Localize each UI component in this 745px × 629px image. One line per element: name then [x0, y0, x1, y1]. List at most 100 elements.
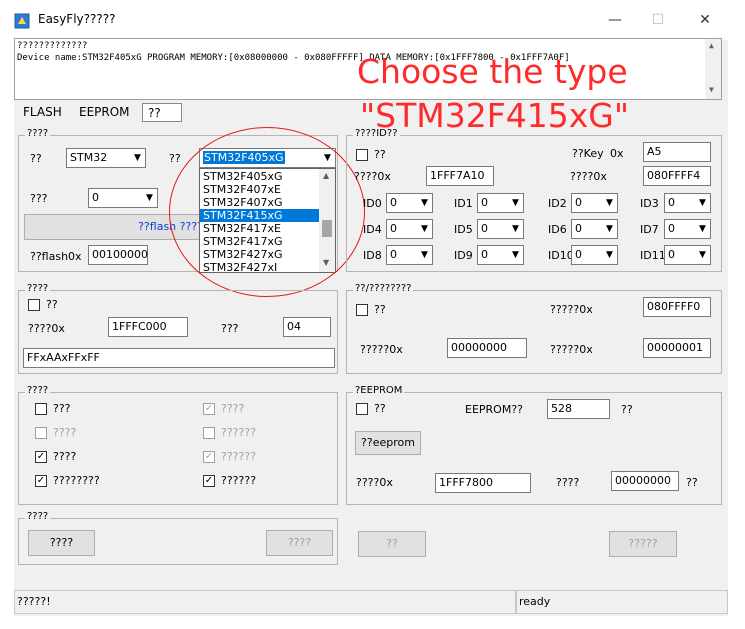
id-value: 0	[668, 196, 675, 209]
id-select[interactable]: 0 ▼	[571, 245, 618, 265]
chevron-down-icon[interactable]: ▼	[508, 194, 523, 212]
op-checkbox[interactable]	[35, 427, 47, 439]
id-select[interactable]: 0 ▼	[386, 245, 433, 265]
family-select[interactable]: STM32 ▼	[66, 148, 146, 168]
serial-addr-input[interactable]: 080FFFF0	[643, 297, 711, 317]
id-value: 0	[668, 222, 675, 235]
chevron-down-icon[interactable]: ▼	[417, 246, 432, 264]
eeprom-data-unit: ??	[686, 476, 698, 489]
eeprom-size-input[interactable]: 528	[547, 399, 610, 419]
key-input[interactable]: A5	[643, 142, 711, 162]
id-check-label: ??	[374, 148, 386, 161]
chevron-down-icon[interactable]: ▼	[602, 220, 617, 238]
eeprom-group-label: ?EEPROM	[353, 385, 405, 396]
serial-addr-label: ?????0x	[550, 303, 593, 316]
eeprom-addr-label: ????0x	[356, 476, 393, 489]
id-value: 0	[481, 222, 488, 235]
chevron-down-icon[interactable]: ▼	[508, 220, 523, 238]
title-bar: EasyFly????? — ☐ ✕	[0, 0, 745, 40]
row2-label: ???	[30, 192, 48, 205]
id-select[interactable]: 0 ▼	[664, 245, 711, 265]
op-checkbox[interactable]: ✓	[203, 403, 215, 415]
action-button-2[interactable]: ????	[266, 530, 333, 556]
op-checkbox[interactable]	[35, 403, 47, 415]
id-select[interactable]: 0 ▼	[664, 219, 711, 239]
chevron-down-icon[interactable]: ▼	[602, 194, 617, 212]
op-label: ???	[53, 402, 71, 415]
tab-other[interactable]: ??	[142, 103, 182, 122]
serial-step-label: ?????0x	[550, 343, 593, 356]
op-checkbox[interactable]: ✓	[35, 451, 47, 463]
action-group-label: ????	[25, 511, 51, 522]
serial-checkbox[interactable]	[356, 304, 368, 316]
bottom-button-4[interactable]: ?????	[609, 531, 677, 557]
bottom-button-3[interactable]: ??	[358, 531, 426, 557]
option-bytes-input[interactable]: FFxAAxFFxFF	[23, 348, 335, 368]
annotation-line2: "STM32F415xG"	[360, 96, 629, 135]
annotation-circle	[169, 127, 365, 297]
chevron-down-icon[interactable]: ▼	[142, 189, 157, 207]
id-value: 0	[390, 248, 397, 261]
maximize-button[interactable]: ☐	[643, 8, 673, 32]
scroll-down-icon[interactable]: ▼	[709, 85, 714, 94]
annotation-line1: Choose the type	[357, 52, 628, 91]
model-label: ??	[169, 152, 181, 165]
window-title: EasyFly?????	[38, 12, 116, 26]
id-select[interactable]: 0 ▼	[477, 219, 524, 239]
op-label: ??????	[221, 426, 257, 439]
id-label: ID6	[548, 223, 567, 236]
serial-start-input[interactable]: 00000000	[447, 338, 527, 358]
id-addr2-input[interactable]: 080FFFF4	[643, 166, 711, 186]
op-checkbox[interactable]: ✓	[35, 475, 47, 487]
chevron-down-icon[interactable]: ▼	[695, 220, 710, 238]
op-checkbox[interactable]: ✓	[203, 475, 215, 487]
chevron-down-icon[interactable]: ▼	[695, 246, 710, 264]
action-button-1[interactable]: ????	[28, 530, 95, 556]
chevron-down-icon[interactable]: ▼	[417, 194, 432, 212]
id-label: ID11	[640, 249, 666, 262]
id-select[interactable]: 0 ▼	[571, 193, 618, 213]
main-window: EasyFly????? — ☐ ✕ ????????????? Device …	[0, 0, 745, 629]
chevron-down-icon[interactable]: ▼	[602, 246, 617, 264]
option-addr-input[interactable]: 1FFFC000	[108, 317, 188, 337]
flash0x-input[interactable]: 00100000	[88, 245, 148, 265]
eeprom-size-label: EEPROM??	[465, 403, 524, 416]
id-select[interactable]: 0 ▼	[386, 193, 433, 213]
eeprom-check-label: ??	[374, 402, 386, 415]
id-value: 0	[390, 222, 397, 235]
eeprom-checkbox[interactable]	[356, 403, 368, 415]
id-checkbox[interactable]	[356, 149, 368, 161]
id-select[interactable]: 0 ▼	[664, 193, 711, 213]
eeprom-addr-input[interactable]: 1FFF7800	[435, 473, 531, 493]
id-value: 0	[390, 196, 397, 209]
serial-check-label: ??	[374, 303, 386, 316]
family-value: STM32	[70, 151, 108, 164]
close-button[interactable]: ✕	[690, 8, 720, 32]
id-select[interactable]: 0 ▼	[571, 219, 618, 239]
id-label: ID10	[548, 249, 574, 262]
option-len-input[interactable]: 04	[283, 317, 331, 337]
op-checkbox[interactable]: ✓	[203, 451, 215, 463]
tab-eeprom[interactable]: EEPROM	[74, 103, 135, 122]
op-checkbox[interactable]	[203, 427, 215, 439]
tab-flash[interactable]: FLASH	[18, 103, 67, 122]
id-select[interactable]: 0 ▼	[477, 193, 524, 213]
scroll-up-icon[interactable]: ▲	[709, 41, 714, 50]
eeprom-data-input[interactable]: 00000000	[611, 471, 679, 491]
eeprom-button[interactable]: ??eeprom	[355, 431, 421, 455]
id-value: 0	[481, 196, 488, 209]
minimize-button[interactable]: —	[600, 8, 630, 32]
chevron-down-icon[interactable]: ▼	[417, 220, 432, 238]
id-select[interactable]: 0 ▼	[477, 245, 524, 265]
id-addr-input[interactable]: 1FFF7A10	[426, 166, 494, 186]
id-select[interactable]: 0 ▼	[386, 219, 433, 239]
chevron-down-icon[interactable]: ▼	[130, 149, 145, 167]
serial-step-input[interactable]: 00000001	[643, 338, 711, 358]
flash0x-label: ??flash0x	[30, 250, 82, 263]
log-scrollbar[interactable]: ▲ ▼	[705, 39, 721, 99]
row2-select[interactable]: 0 ▼	[88, 188, 158, 208]
op-label: ??????	[221, 474, 257, 487]
chevron-down-icon[interactable]: ▼	[695, 194, 710, 212]
chevron-down-icon[interactable]: ▼	[508, 246, 523, 264]
option-checkbox[interactable]	[28, 299, 40, 311]
